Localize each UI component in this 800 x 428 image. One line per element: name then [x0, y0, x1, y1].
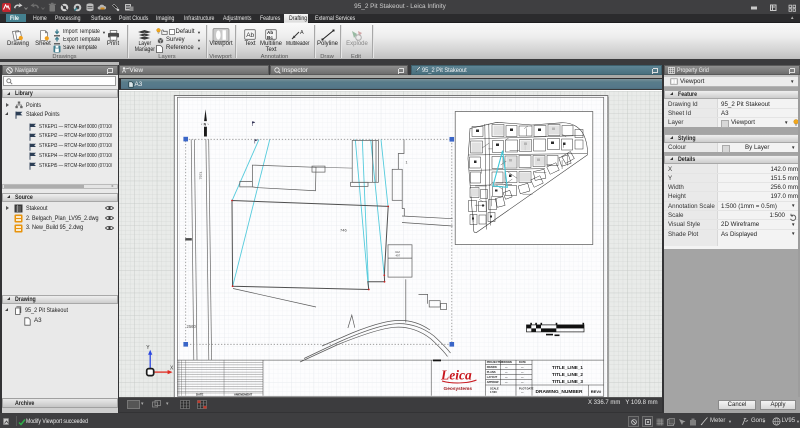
svg-text:—: — [505, 366, 508, 369]
svg-text:›: › [208, 122, 209, 126]
svg-text:—: — [505, 381, 508, 384]
svg-text:—: — [521, 371, 524, 374]
svg-text:DRAWN: DRAWN [502, 360, 512, 364]
svg-text:7974: 7974 [199, 171, 203, 179]
svg-text:Geosystems: Geosystems [444, 386, 473, 392]
svg-text:—: — [505, 371, 508, 374]
svg-text:Leica: Leica [440, 367, 472, 382]
svg-text:746: 746 [340, 227, 347, 232]
svg-text:TITLE_LINE_1: TITLE_LINE_1 [552, 365, 583, 370]
svg-text:PLANS: PLANS [487, 370, 496, 374]
svg-text:Bc: Bc [267, 34, 273, 39]
svg-text:PLOT DATE: PLOT DATE [519, 386, 534, 390]
svg-text:APPROW: APPROW [487, 380, 499, 384]
svg-text:2560: 2560 [187, 324, 197, 329]
svg-text:TITLE_LINE_2: TITLE_LINE_2 [552, 372, 583, 377]
svg-text:TITLE_LINE_3: TITLE_LINE_3 [552, 379, 583, 384]
svg-text:DRAWN: DRAWN [487, 365, 497, 369]
svg-text:1: 1 [406, 160, 408, 164]
svg-text:—: — [521, 376, 524, 379]
svg-text:DRAWING_NUMBER: DRAWING_NUMBER [536, 389, 583, 395]
svg-text:AMENDMENT: AMENDMENT [234, 392, 252, 396]
svg-text:497: 497 [396, 253, 401, 257]
svg-text:LAYOUT: LAYOUT [487, 375, 498, 379]
svg-text:SCALE: SCALE [490, 386, 499, 390]
svg-text:—: — [505, 376, 508, 379]
svg-text:‹: ‹ [201, 122, 202, 126]
svg-text:DATE: DATE [196, 392, 204, 396]
svg-text:REV#: REV# [591, 388, 602, 393]
svg-text:Ab: Ab [246, 31, 254, 38]
svg-text:A: A [300, 30, 304, 36]
svg-text:1:500: 1:500 [490, 389, 497, 393]
svg-text:—: — [521, 381, 524, 384]
svg-text:PROJECTNR: PROJECTNR [487, 360, 503, 364]
svg-text:DATE: DATE [519, 360, 526, 364]
svg-text:—: — [521, 390, 524, 393]
svg-text:—: — [521, 366, 524, 369]
